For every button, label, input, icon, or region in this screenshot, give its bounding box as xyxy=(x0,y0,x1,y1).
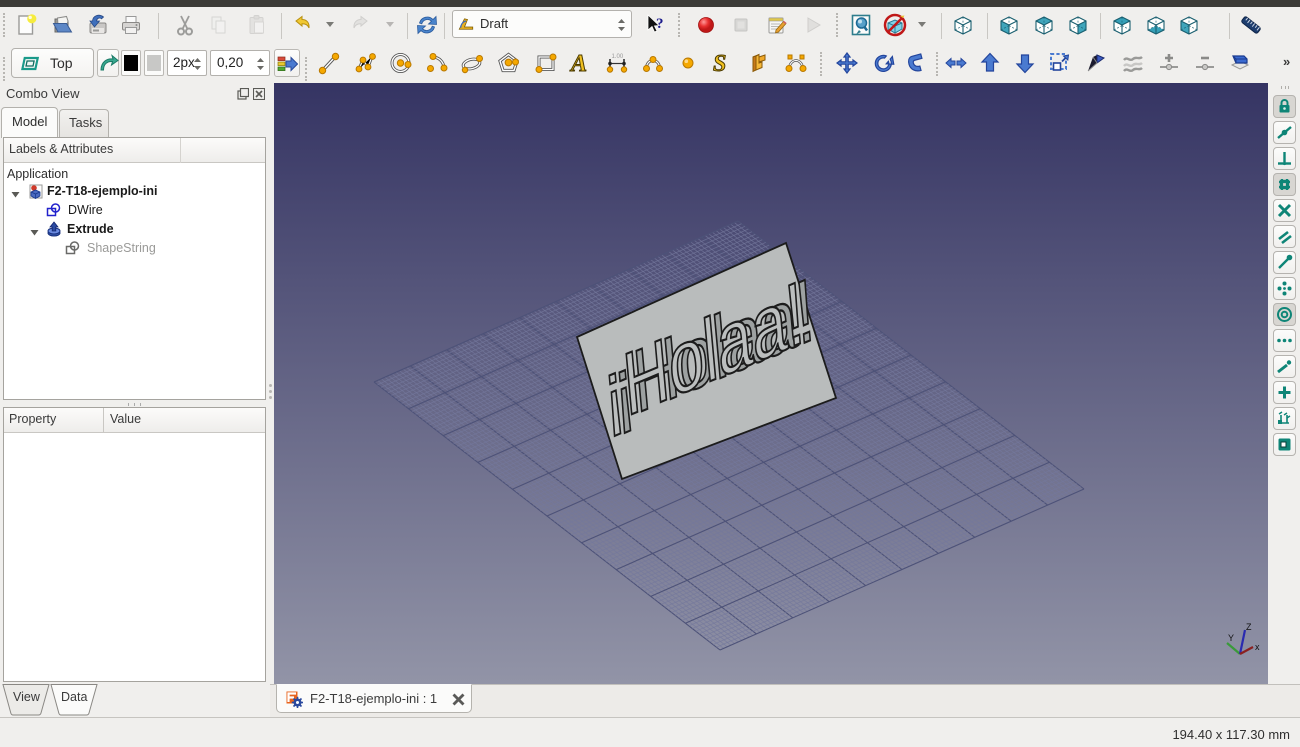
svg-text:View: View xyxy=(13,690,41,704)
svg-text:A: A xyxy=(569,51,587,75)
svg-text:Z: Z xyxy=(1246,622,1252,632)
svg-text:Y: Y xyxy=(1228,633,1234,643)
svg-text:?: ? xyxy=(656,16,664,32)
svg-text:1.00: 1.00 xyxy=(612,54,624,60)
svg-text:S: S xyxy=(713,51,726,75)
svg-text:x: x xyxy=(1255,642,1260,652)
svg-text:Data: Data xyxy=(61,690,87,704)
